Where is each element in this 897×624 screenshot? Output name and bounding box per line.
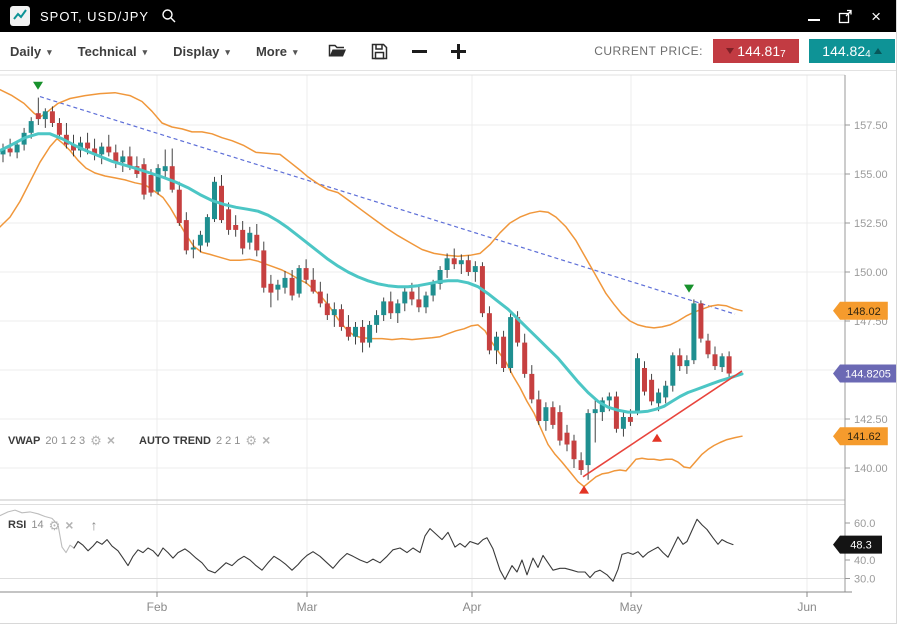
svg-text:Apr: Apr <box>463 600 482 614</box>
menu-more[interactable]: More ▾ <box>256 44 298 59</box>
minimize-button[interactable] <box>808 6 820 26</box>
title-bar: SPOT, USD/JPY × <box>0 0 897 32</box>
window-title: SPOT, USD/JPY <box>40 9 149 24</box>
close-icon[interactable]: × <box>262 434 270 447</box>
rsi-indicator-labels: RSI 14 ⚙ × ↑ <box>8 517 97 533</box>
search-icon[interactable] <box>161 8 177 24</box>
menu-technical[interactable]: Technical ▾ <box>78 44 148 59</box>
gear-icon[interactable]: ⚙ <box>90 434 102 447</box>
chart-app-icon <box>10 6 30 26</box>
svg-text:30.0: 30.0 <box>854 574 875 586</box>
zoom-in-button[interactable] <box>451 44 466 59</box>
close-icon[interactable]: × <box>65 519 73 532</box>
close-icon[interactable]: × <box>107 434 115 447</box>
chevron-down-icon: ▾ <box>225 47 230 58</box>
down-arrow-icon <box>726 48 734 54</box>
chevron-down-icon: ▾ <box>47 47 52 58</box>
gear-icon[interactable]: ⚙ <box>49 519 61 532</box>
svg-text:40.0: 40.0 <box>854 555 875 567</box>
svg-text:140.00: 140.00 <box>854 463 888 475</box>
chevron-down-icon: ▾ <box>143 47 148 58</box>
move-pane-up-icon[interactable]: ↑ <box>90 517 97 533</box>
menu-timeframe[interactable]: Daily ▾ <box>10 44 52 59</box>
rsi-label: RSI <box>8 519 26 531</box>
bid-price-badge: 144.817 <box>713 39 799 63</box>
svg-text:148.02: 148.02 <box>847 306 881 318</box>
svg-text:Mar: Mar <box>297 600 318 614</box>
autotrend-label: AUTO TREND <box>139 435 211 447</box>
zoom-out-button[interactable] <box>412 50 427 53</box>
popout-button[interactable] <box>838 6 853 26</box>
svg-text:141.62: 141.62 <box>847 431 881 443</box>
current-price-label: CURRENT PRICE: <box>594 44 703 58</box>
svg-text:60.0: 60.0 <box>854 518 875 530</box>
svg-text:144.8205: 144.8205 <box>845 369 891 381</box>
chart-toolbar: Daily ▾ Technical ▾ Display ▾ More ▾ CUR… <box>0 32 897 71</box>
svg-text:157.50: 157.50 <box>854 120 888 132</box>
svg-text:142.50: 142.50 <box>854 414 888 426</box>
svg-text:May: May <box>620 600 643 614</box>
chart-area: 157.50155.00152.50150.00147.50145.00142.… <box>0 70 897 624</box>
ask-price-badge: 144.824 <box>809 39 895 63</box>
svg-text:150.00: 150.00 <box>854 267 888 279</box>
svg-text:Jun: Jun <box>797 600 816 614</box>
vwap-label: VWAP <box>8 435 40 447</box>
chevron-down-icon: ▾ <box>293 47 298 58</box>
overlay-indicator-labels: VWAP 20 1 2 3 ⚙ × AUTO TREND 2 2 1 ⚙ × <box>8 434 270 447</box>
svg-text:Feb: Feb <box>147 600 168 614</box>
up-arrow-icon <box>874 48 882 54</box>
menu-display[interactable]: Display ▾ <box>173 44 230 59</box>
close-button[interactable]: × <box>871 6 881 26</box>
svg-text:48.3: 48.3 <box>850 540 871 552</box>
svg-text:152.50: 152.50 <box>854 218 888 230</box>
open-folder-icon[interactable] <box>328 43 347 59</box>
price-chart[interactable]: 157.50155.00152.50150.00147.50145.00142.… <box>0 70 897 624</box>
gear-icon[interactable]: ⚙ <box>245 434 257 447</box>
save-icon[interactable] <box>371 43 388 60</box>
svg-text:155.00: 155.00 <box>854 169 888 181</box>
